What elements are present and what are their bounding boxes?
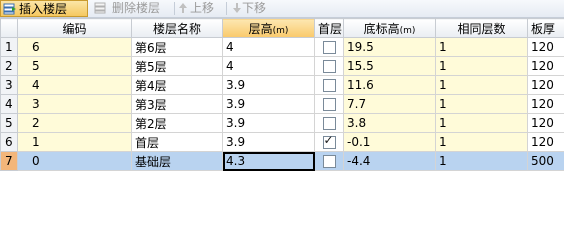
row-number[interactable]: 6	[0, 132, 18, 152]
slab-thickness-cell[interactable]: 120	[527, 94, 564, 114]
floor-height-cell[interactable]: 3.9	[222, 94, 315, 114]
same-floors-cell[interactable]: 1	[435, 113, 528, 133]
delete-floor-label: 删除楼层	[112, 1, 161, 15]
same-floors-cell[interactable]: 1	[435, 37, 528, 57]
bottom-elevation-cell[interactable]: -0.1	[343, 132, 436, 152]
insert-floor-label: 插入楼层	[19, 2, 68, 16]
first-floor-checkbox[interactable]	[322, 41, 336, 54]
same-floors-cell[interactable]: 1	[435, 132, 528, 152]
check-icon: ✓	[323, 133, 334, 148]
bottom-elevation-cell[interactable]: 3.8	[343, 113, 436, 133]
slab-thickness-cell[interactable]: 120	[527, 56, 564, 76]
table-row[interactable]: 4 3 第3层 3.9 7.7 1 120	[0, 94, 564, 114]
same-floors-cell[interactable]: 1	[435, 94, 528, 114]
floor-height-cell-active[interactable]: 4.3	[222, 151, 315, 171]
code-cell[interactable]: 6	[17, 37, 132, 57]
bottom-elevation-cell[interactable]: -4.4	[343, 151, 436, 171]
header-row-number	[0, 18, 18, 38]
code-cell[interactable]: 0	[17, 151, 132, 171]
first-floor-cell[interactable]	[314, 94, 344, 114]
toolbar: 插入楼层 删除楼层 上移 下移	[0, 0, 564, 18]
delete-floor-button[interactable]: 删除楼层	[92, 0, 172, 17]
floor-height-cell[interactable]: 3.9	[222, 132, 315, 152]
slab-thickness-cell[interactable]: 500	[527, 151, 564, 171]
header-floor-name[interactable]: 楼层名称	[131, 18, 223, 38]
header-bottom-elevation[interactable]: 底标高(m)	[343, 18, 436, 38]
first-floor-cell[interactable]	[314, 56, 344, 76]
move-up-label: 上移	[190, 1, 215, 15]
same-floors-cell[interactable]: 1	[435, 151, 528, 171]
same-floors-cell[interactable]: 1	[435, 75, 528, 95]
first-floor-checkbox[interactable]	[322, 79, 336, 92]
slab-thickness-cell[interactable]: 120	[527, 75, 564, 95]
same-floors-cell[interactable]: 1	[435, 56, 528, 76]
table-row[interactable]: 1 6 第6层 4 19.5 1 120	[0, 37, 564, 57]
row-number[interactable]: 1	[0, 37, 18, 57]
move-up-button[interactable]: 上移	[176, 0, 224, 17]
header-first-floor[interactable]: 首层	[314, 18, 344, 38]
floor-height-cell[interactable]: 4	[222, 37, 315, 57]
floor-name-cell[interactable]: 第4层	[131, 75, 223, 95]
code-cell[interactable]: 5	[17, 56, 132, 76]
floor-height-cell[interactable]: 3.9	[222, 113, 315, 133]
floor-name-cell[interactable]: 基础层	[131, 151, 223, 171]
header-same-floors[interactable]: 相同层数	[435, 18, 528, 38]
first-floor-cell[interactable]	[314, 113, 344, 133]
first-floor-checkbox[interactable]	[322, 155, 336, 168]
first-floor-checkbox[interactable]	[322, 60, 336, 73]
toolbar-separator	[226, 2, 227, 15]
floor-name-cell[interactable]: 首层	[131, 132, 223, 152]
first-floor-checkbox[interactable]	[322, 98, 336, 111]
slab-thickness-cell[interactable]: 120	[527, 37, 564, 57]
code-cell[interactable]: 2	[17, 113, 132, 133]
move-down-button[interactable]: 下移	[230, 0, 278, 17]
floor-name-cell[interactable]: 第3层	[131, 94, 223, 114]
floor-name-cell[interactable]: 第6层	[131, 37, 223, 57]
table-row[interactable]: 5 2 第2层 3.9 3.8 1 120	[0, 113, 564, 133]
toolbar-separator	[174, 2, 175, 15]
header-floor-height[interactable]: 层高(m)	[222, 18, 315, 38]
slab-thickness-cell[interactable]: 120	[527, 113, 564, 133]
slab-thickness-cell[interactable]: 120	[527, 132, 564, 152]
arrow-down-icon	[232, 2, 242, 19]
bottom-elevation-cell[interactable]: 7.7	[343, 94, 436, 114]
floor-height-cell[interactable]: 3.9	[222, 75, 315, 95]
table-row[interactable]: 2 5 第5层 4 15.5 1 120	[0, 56, 564, 76]
first-floor-cell[interactable]	[314, 37, 344, 57]
row-number[interactable]: 2	[0, 56, 18, 76]
move-down-label: 下移	[242, 1, 267, 15]
row-number[interactable]: 3	[0, 75, 18, 95]
row-number[interactable]: 7	[0, 151, 18, 171]
first-floor-cell[interactable]	[314, 75, 344, 95]
table-row[interactable]: 6 1 首层 3.9 ✓ -0.1 1 120	[0, 132, 564, 152]
arrow-up-icon	[178, 2, 188, 19]
first-floor-checkbox-checked[interactable]: ✓	[322, 133, 336, 149]
header-slab-thickness[interactable]: 板厚	[527, 18, 564, 38]
first-floor-cell[interactable]: ✓	[314, 132, 344, 152]
bottom-elevation-cell[interactable]: 15.5	[343, 56, 436, 76]
bottom-elevation-cell[interactable]: 11.6	[343, 75, 436, 95]
header-code[interactable]: 编码	[17, 18, 132, 38]
row-number[interactable]: 4	[0, 94, 18, 114]
table-row-selected[interactable]: 7 0 基础层 4.3 -4.4 1 500	[0, 151, 564, 171]
row-number[interactable]: 5	[0, 113, 18, 133]
table-row[interactable]: 3 4 第4层 3.9 11.6 1 120	[0, 75, 564, 95]
first-floor-cell[interactable]	[314, 151, 344, 171]
code-cell[interactable]: 4	[17, 75, 132, 95]
first-floor-checkbox[interactable]	[322, 117, 336, 130]
code-cell[interactable]: 1	[17, 132, 132, 152]
floor-table: 编码 楼层名称 层高(m) 首层 底标高(m) 相同层数 板厚 1 6 第6层 …	[0, 18, 564, 171]
floor-height-cell[interactable]: 4	[222, 56, 315, 76]
insert-floor-button[interactable]: 插入楼层	[0, 0, 88, 17]
code-cell[interactable]: 3	[17, 94, 132, 114]
bottom-elevation-cell[interactable]: 19.5	[343, 37, 436, 57]
header-row: 编码 楼层名称 层高(m) 首层 底标高(m) 相同层数 板厚	[0, 18, 564, 38]
delete-floor-icon	[94, 2, 108, 19]
floor-name-cell[interactable]: 第2层	[131, 113, 223, 133]
floor-name-cell[interactable]: 第5层	[131, 56, 223, 76]
